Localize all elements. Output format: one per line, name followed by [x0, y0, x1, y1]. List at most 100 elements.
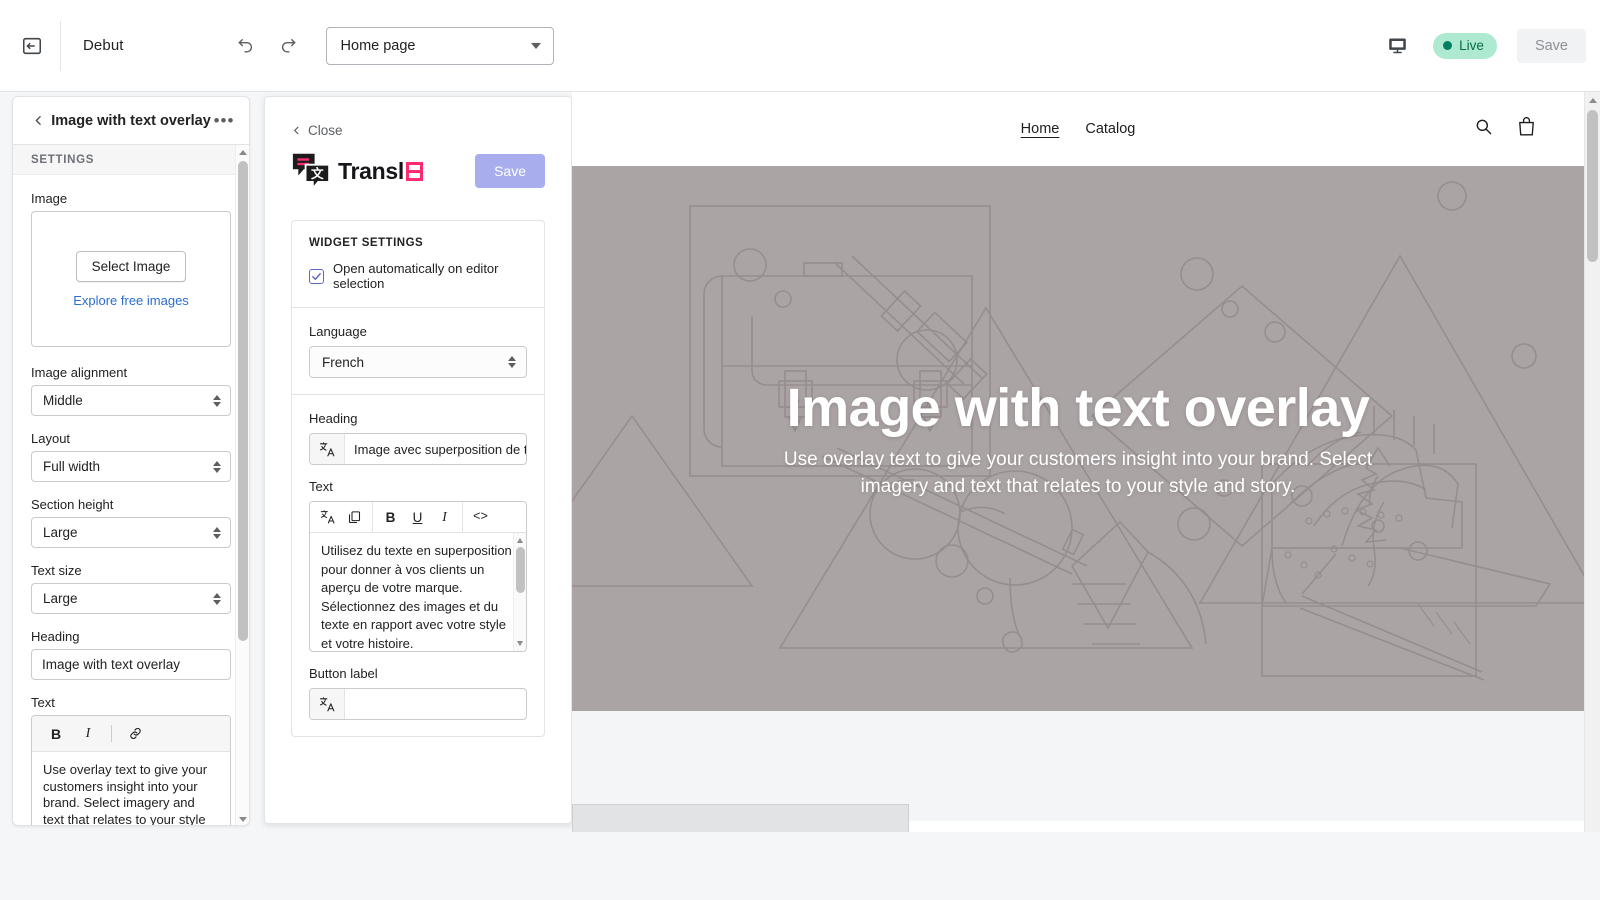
redo-icon[interactable] — [272, 30, 304, 62]
toolbar-group-code: <> — [463, 502, 498, 532]
translation-editor-scrollbar[interactable] — [513, 533, 526, 651]
code-icon[interactable]: <> — [467, 503, 494, 532]
italic-button[interactable]: I — [431, 503, 458, 532]
underline-button[interactable]: U — [404, 503, 431, 532]
preview-placeholder-strip — [572, 804, 909, 832]
layout-select[interactable]: Full width — [31, 451, 231, 482]
toolbar-divider — [60, 21, 61, 71]
language-block: Language French — [292, 308, 544, 395]
shopping-bag-icon[interactable] — [1517, 116, 1536, 142]
chevron-left-icon[interactable] — [25, 114, 51, 127]
heading-translation-label: Heading — [309, 411, 527, 426]
image-dropzone[interactable]: Select Image Explore free images — [31, 211, 231, 347]
translate-save-button[interactable]: Save — [475, 154, 545, 188]
bold-button[interactable]: B — [42, 721, 70, 747]
preview-scrollbar[interactable] — [1584, 92, 1600, 832]
section-settings-panel: Image with text overlay ••• SETTINGS Ima… — [12, 96, 250, 826]
nav-link-catalog[interactable]: Catalog — [1085, 121, 1135, 137]
checkbox-checked-icon[interactable] — [309, 269, 324, 284]
page-selector-value: Home page — [341, 38, 416, 54]
stepper-icon — [213, 527, 221, 539]
svg-text:文: 文 — [311, 166, 324, 181]
heading-translation-field[interactable]: Image avec superposition de texte — [309, 433, 527, 465]
translate-icon[interactable] — [310, 434, 345, 464]
hero-heading: Image with text overlay — [787, 377, 1370, 439]
heading-input-value: Image with text overlay — [42, 657, 180, 672]
chevron-left-icon — [291, 125, 302, 136]
language-select[interactable]: French — [309, 346, 527, 378]
translate-icon[interactable] — [310, 689, 345, 719]
scroll-up-icon[interactable] — [239, 150, 247, 155]
copy-icon[interactable] — [341, 503, 368, 532]
storefront-header-icons — [1474, 116, 1536, 142]
shopify-theme-editor: Debut Home page — [0, 0, 1600, 900]
image-alignment-select[interactable]: Middle — [31, 385, 231, 416]
image-alignment-label: Image alignment — [31, 365, 231, 380]
scroll-up-icon[interactable] — [1589, 98, 1597, 103]
search-icon[interactable] — [1474, 117, 1493, 141]
widget-settings-title: WIDGET SETTINGS — [309, 237, 527, 249]
translate-settings-card: WIDGET SETTINGS Open automatically on ed… — [291, 220, 545, 737]
history-controls — [230, 30, 304, 62]
chevron-down-icon — [531, 43, 541, 49]
ellipsis-icon[interactable]: ••• — [211, 116, 237, 126]
scroll-down-icon[interactable] — [517, 641, 523, 646]
translate-app-panel: Close 文 Transl Save WIDGET SETTI — [264, 96, 572, 824]
heading-translation-value[interactable]: Image avec superposition de texte — [345, 434, 526, 464]
desktop-icon[interactable] — [1381, 30, 1413, 62]
text-size-select[interactable]: Large — [31, 583, 231, 614]
hero-subtext: Use overlay text to give your customers … — [748, 447, 1408, 500]
translation-editor-content[interactable]: Utilisez du texte en superposition pour … — [310, 533, 526, 651]
status-badge[interactable]: Live — [1433, 33, 1497, 59]
top-toolbar: Debut Home page — [0, 0, 1600, 92]
close-label: Close — [308, 123, 343, 138]
nav-link-home[interactable]: Home — [1021, 121, 1060, 137]
status-label: Live — [1459, 38, 1484, 53]
button-label-field[interactable] — [309, 688, 527, 720]
language-label: Language — [309, 324, 527, 339]
page-title: Image with text overlay — [51, 113, 211, 129]
scrollbar-thumb[interactable] — [1587, 110, 1598, 262]
bold-button[interactable]: B — [377, 503, 404, 532]
stepper-icon — [213, 461, 221, 473]
scrollbar-thumb[interactable] — [238, 161, 248, 641]
toolbar-divider — [111, 725, 112, 742]
explore-free-images-link[interactable]: Explore free images — [73, 293, 189, 308]
stepper-icon — [213, 593, 221, 605]
hero-section: Image with text overlay Use overlay text… — [572, 166, 1584, 711]
select-image-button[interactable]: Select Image — [76, 251, 187, 282]
section-height-label: Section height — [31, 497, 231, 512]
text-size-label: Text size — [31, 563, 231, 578]
section-height-select[interactable]: Large — [31, 517, 231, 548]
close-button[interactable]: Close — [291, 123, 545, 138]
open-automatically-checkbox-row[interactable]: Open automatically on editor selection — [309, 261, 527, 291]
heading-label: Heading — [31, 629, 231, 644]
toolbar-right-group: Live Save — [1381, 29, 1600, 63]
text-editor-toolbar: B I — [32, 716, 230, 752]
save-button[interactable]: Save — [1517, 29, 1586, 63]
toolbar-group-format: B U I — [373, 502, 463, 532]
page-selector[interactable]: Home page — [326, 27, 554, 65]
brand-wordmark: Transl — [338, 158, 423, 185]
exit-to-app-icon[interactable] — [12, 26, 52, 66]
text-translation-label: Text — [309, 479, 527, 494]
italic-button[interactable]: I — [74, 721, 102, 747]
stepper-icon — [508, 356, 516, 368]
heading-input[interactable]: Image with text overlay — [31, 649, 231, 680]
layout-value: Full width — [43, 459, 100, 474]
link-icon[interactable] — [121, 721, 149, 747]
translate-icon[interactable] — [314, 503, 341, 532]
scrollbar-thumb[interactable] — [516, 547, 525, 593]
text-label: Text — [31, 695, 231, 710]
settings-panel-scrollbar[interactable] — [235, 145, 249, 826]
translation-editor-text: Utilisez du texte en superposition pour … — [321, 542, 515, 651]
widget-settings-block: WIDGET SETTINGS Open automatically on ed… — [292, 221, 544, 308]
open-automatically-label: Open automatically on editor selection — [333, 261, 527, 291]
undo-icon[interactable] — [230, 30, 262, 62]
section-height-value: Large — [43, 525, 78, 540]
button-label-value[interactable] — [345, 689, 526, 719]
language-value: French — [322, 355, 364, 370]
scroll-down-icon[interactable] — [239, 817, 247, 822]
text-editor-content[interactable]: Use overlay text to give your customers … — [32, 752, 230, 826]
scroll-up-icon[interactable] — [517, 538, 523, 543]
